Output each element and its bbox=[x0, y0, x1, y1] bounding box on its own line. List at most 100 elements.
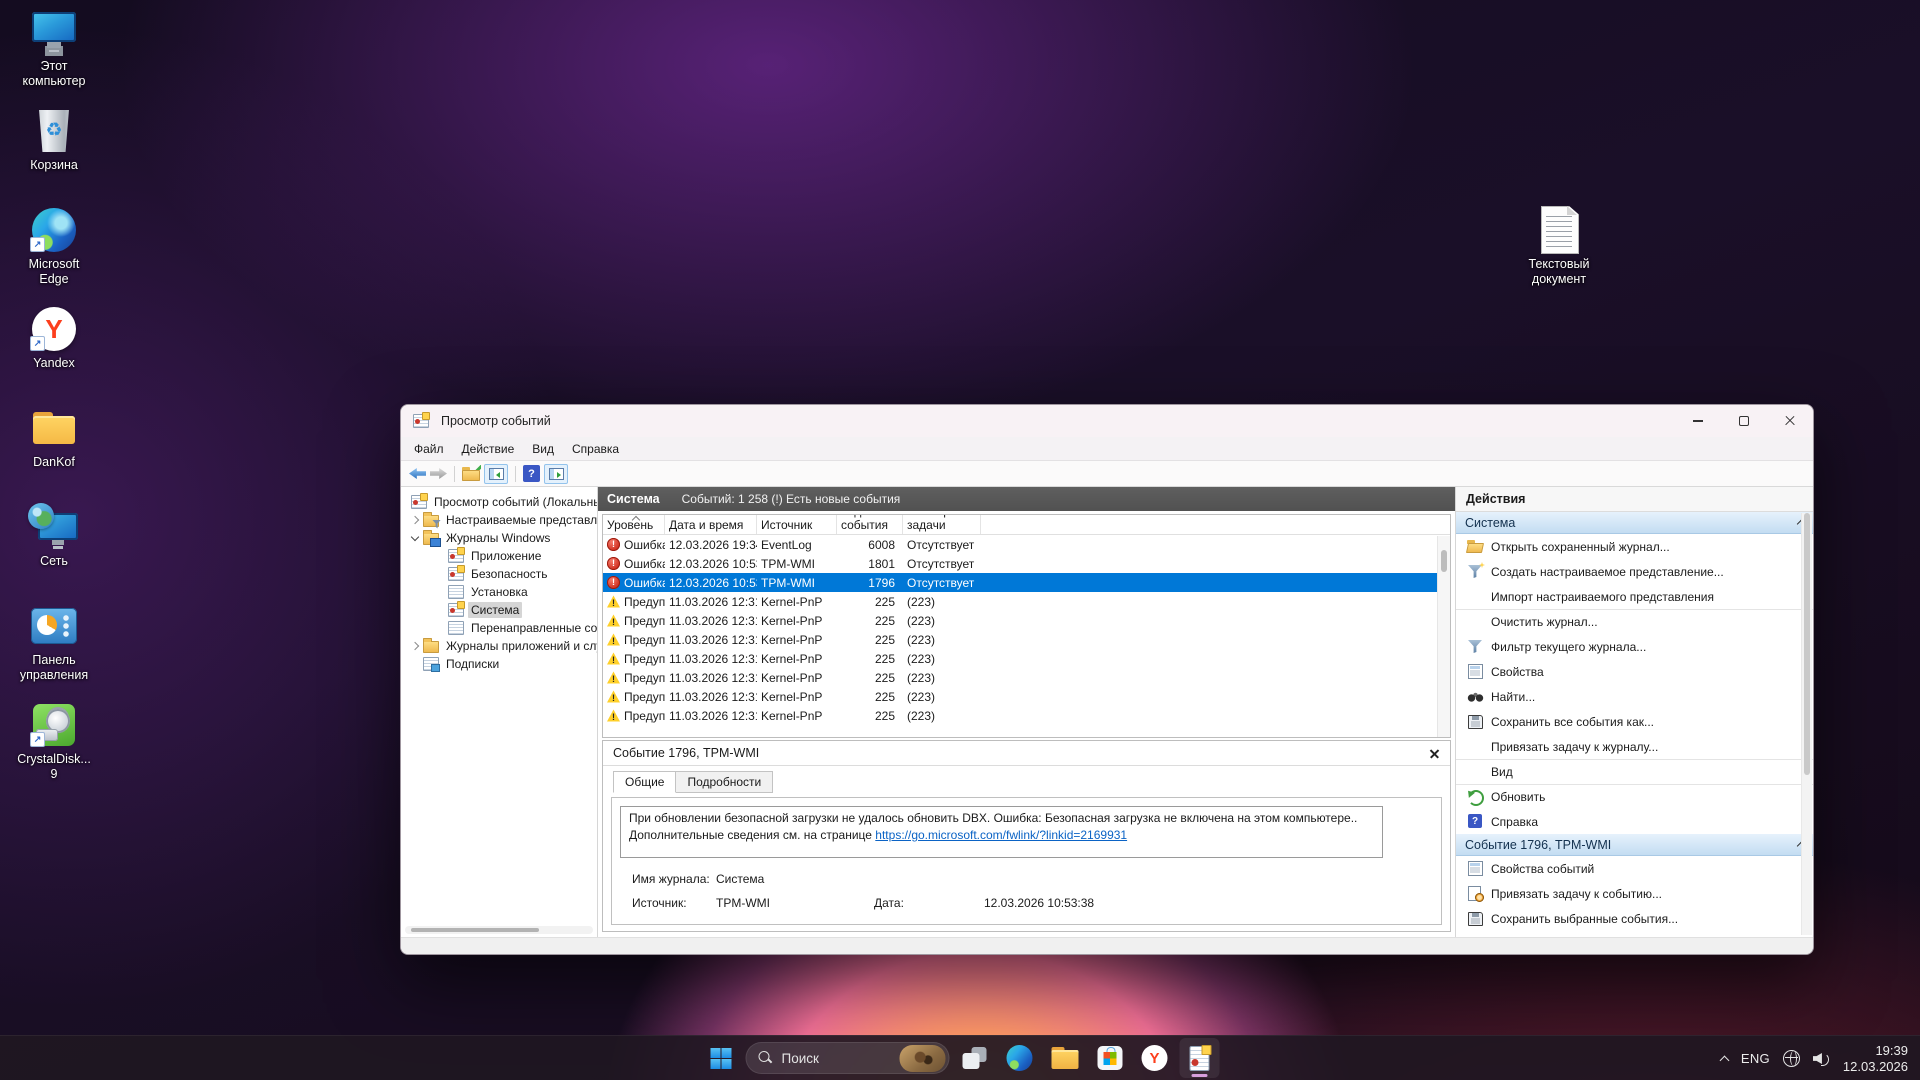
desktop-icon[interactable]: DanKof bbox=[6, 404, 102, 503]
start-button[interactable] bbox=[701, 1038, 741, 1078]
tree-item[interactable]: Приложение bbox=[401, 547, 597, 565]
action-item-icon bbox=[1467, 689, 1484, 704]
tray-clock[interactable]: 19:39 12.03.2026 bbox=[1843, 1043, 1908, 1075]
action-item[interactable]: Открыть сохраненный журнал... bbox=[1456, 534, 1813, 559]
tree-horizontal-scrollbar[interactable] bbox=[405, 926, 593, 934]
action-item[interactable]: Фильтр текущего журнала... bbox=[1456, 634, 1813, 659]
tree-item[interactable]: Журналы приложений и служб bbox=[401, 637, 597, 655]
column-header[interactable]: Код события bbox=[837, 515, 903, 534]
action-item[interactable]: Импорт настраиваемого представления bbox=[1456, 584, 1813, 609]
actions-section-system[interactable]: Система bbox=[1456, 512, 1813, 534]
details-tab[interactable]: Подробности bbox=[675, 771, 773, 793]
action-item[interactable]: Свойства bbox=[1456, 659, 1813, 684]
titlebar[interactable]: Просмотр событий bbox=[401, 405, 1813, 437]
open-saved-log-icon[interactable] bbox=[462, 467, 480, 481]
table-row[interactable]: Предупреж... 11.03.2026 12:31:39 Kernel-… bbox=[603, 592, 1450, 611]
microsoft-store-button[interactable] bbox=[1090, 1038, 1130, 1078]
table-row[interactable]: Ошибка 12.03.2026 19:34:54 EventLog 6008… bbox=[603, 535, 1450, 554]
tree-item-icon bbox=[411, 495, 427, 509]
tree-item[interactable]: Система bbox=[401, 601, 597, 619]
list-vertical-scrollbar[interactable] bbox=[1437, 536, 1450, 737]
column-header[interactable]: Источник bbox=[757, 515, 837, 534]
action-item[interactable]: Свойства событий bbox=[1456, 856, 1813, 881]
forward-icon[interactable] bbox=[430, 468, 447, 479]
desktop-icon[interactable]: Microsoft Edge bbox=[6, 206, 102, 305]
file-explorer-button[interactable] bbox=[1045, 1038, 1085, 1078]
desktop-icon[interactable]: Этот компьютер bbox=[6, 8, 102, 107]
table-row[interactable]: Предупреж... 11.03.2026 12:31:39 Kernel-… bbox=[603, 630, 1450, 649]
table-row[interactable]: Ошибка 12.03.2026 10:53:38 TPM-WMI 1801 … bbox=[603, 554, 1450, 573]
action-item-icon bbox=[1467, 714, 1484, 729]
taskbar-search[interactable]: Поиск bbox=[746, 1042, 950, 1074]
back-icon[interactable] bbox=[409, 468, 426, 479]
details-close-icon[interactable] bbox=[1429, 748, 1440, 759]
desktop-icon-text-document[interactable]: Текстовый документ bbox=[1513, 206, 1605, 305]
action-item[interactable]: Справка bbox=[1456, 809, 1813, 834]
tree-item[interactable]: Журналы Windows bbox=[401, 529, 597, 547]
event-viewer-taskbar-button[interactable] bbox=[1180, 1038, 1220, 1078]
console-tree-toggle-icon[interactable] bbox=[484, 464, 508, 484]
tree-item[interactable]: Безопасность bbox=[401, 565, 597, 583]
action-pane-toggle-icon[interactable] bbox=[544, 464, 568, 484]
tree-expander[interactable] bbox=[407, 517, 423, 523]
action-item[interactable]: Привязать задачу к событию... bbox=[1456, 881, 1813, 906]
desktop-icon[interactable]: Корзина bbox=[6, 107, 102, 206]
tree-item[interactable]: Настраиваемые представления bbox=[401, 511, 597, 529]
menu-item[interactable]: Вид bbox=[523, 439, 563, 459]
tree-expander[interactable] bbox=[407, 537, 423, 540]
action-item[interactable]: Обновить bbox=[1456, 784, 1813, 809]
action-item[interactable]: Создать настраиваемое представление... bbox=[1456, 559, 1813, 584]
edge-taskbar-button[interactable] bbox=[1000, 1038, 1040, 1078]
desktop-icon[interactable]: Панель управления bbox=[6, 602, 102, 701]
event-message-link[interactable]: https://go.microsoft.com/fwlink/?linkid=… bbox=[875, 828, 1127, 842]
tree-item[interactable]: Установка bbox=[401, 583, 597, 601]
menu-item[interactable]: Справка bbox=[563, 439, 628, 459]
column-header[interactable]: Категория задачи bbox=[903, 515, 981, 534]
cell-level: Предупреж... bbox=[624, 671, 665, 685]
search-doodle-image[interactable] bbox=[900, 1045, 946, 1072]
network-no-internet-icon[interactable] bbox=[1783, 1050, 1800, 1067]
cell-event-code: 225 bbox=[837, 671, 903, 685]
action-item[interactable]: Очистить журнал... bbox=[1456, 609, 1813, 634]
action-item-icon bbox=[1467, 790, 1484, 805]
column-header[interactable]: Дата и время bbox=[665, 515, 757, 534]
tree-item[interactable]: Просмотр событий (Локальный) bbox=[401, 493, 597, 511]
level-icon bbox=[607, 595, 620, 608]
close-button[interactable] bbox=[1767, 405, 1813, 437]
cell-event-code: 1796 bbox=[837, 576, 903, 590]
table-row[interactable]: Предупреж... 11.03.2026 12:31:39 Kernel-… bbox=[603, 649, 1450, 668]
date-value: 12.03.2026 10:53:38 bbox=[984, 896, 1094, 910]
desktop-icon-art bbox=[28, 305, 80, 353]
language-indicator[interactable]: ENG bbox=[1741, 1051, 1770, 1066]
action-item[interactable]: Сохранить выбранные события... bbox=[1456, 906, 1813, 931]
action-item[interactable]: Найти... bbox=[1456, 684, 1813, 709]
tray-overflow-chevron-icon[interactable] bbox=[1719, 1056, 1729, 1066]
minimize-button[interactable] bbox=[1675, 405, 1721, 437]
menu-item[interactable]: Файл bbox=[405, 439, 453, 459]
task-view-button[interactable] bbox=[955, 1038, 995, 1078]
table-row[interactable]: Предупреж... 11.03.2026 12:31:39 Kernel-… bbox=[603, 687, 1450, 706]
action-item[interactable]: Вид bbox=[1456, 759, 1813, 784]
desktop-icon[interactable]: Yandex bbox=[6, 305, 102, 404]
yandex-taskbar-button[interactable]: Y bbox=[1135, 1038, 1175, 1078]
table-row[interactable]: Ошибка 12.03.2026 10:53:38 TPM-WMI 1796 … bbox=[603, 573, 1450, 592]
actions-vertical-scrollbar[interactable] bbox=[1801, 513, 1812, 935]
menu-item[interactable]: Действие bbox=[453, 439, 524, 459]
table-row[interactable]: Предупреж... 11.03.2026 12:31:39 Kernel-… bbox=[603, 611, 1450, 630]
action-item[interactable]: Сохранить все события как... bbox=[1456, 709, 1813, 734]
details-tab[interactable]: Общие bbox=[613, 771, 676, 793]
action-item[interactable]: Привязать задачу к журналу... bbox=[1456, 734, 1813, 759]
tree-item[interactable]: Перенаправленные события bbox=[401, 619, 597, 637]
table-row[interactable]: Предупреж... 11.03.2026 12:31:39 Kernel-… bbox=[603, 706, 1450, 725]
cell-datetime: 11.03.2026 12:31:39 bbox=[665, 652, 757, 666]
desktop-icon[interactable]: CrystalDisk... 9 bbox=[6, 701, 102, 800]
tree-item[interactable]: Подписки bbox=[401, 655, 597, 673]
help-icon[interactable]: ? bbox=[523, 465, 540, 482]
table-row[interactable]: Предупреж... 11.03.2026 12:31:39 Kernel-… bbox=[603, 668, 1450, 687]
desktop-icon[interactable]: Сеть bbox=[6, 503, 102, 602]
tree-expander[interactable] bbox=[407, 643, 423, 649]
maximize-button[interactable] bbox=[1721, 405, 1767, 437]
actions-section-event[interactable]: Событие 1796, TPM-WMI bbox=[1456, 834, 1813, 856]
cell-task-category: (223) bbox=[903, 595, 981, 609]
volume-icon[interactable] bbox=[1813, 1051, 1830, 1066]
